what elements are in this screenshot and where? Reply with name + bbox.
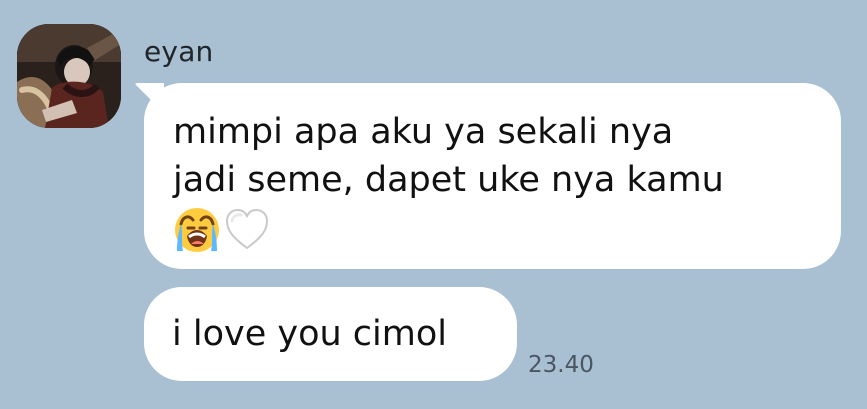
white-heart-icon [225,208,269,250]
message-text-line: mimpi apa aku ya sekali nya [173,112,674,152]
emoji-row [173,206,813,254]
avatar-photo [17,24,121,128]
message-text: i love you cimol [172,314,447,354]
sender-name: eyan [144,35,214,68]
loudly-crying-face-icon [175,208,219,252]
message-bubble[interactable]: mimpi apa aku ya sekali nya jadi seme, d… [144,83,841,269]
message-text-line: jadi seme, dapet uke nya kamu [173,160,724,200]
chat-area: eyan mimpi apa aku ya sekali nya jadi se… [0,0,867,409]
avatar[interactable] [17,24,121,128]
message-bubble[interactable]: i love you cimol [144,287,517,381]
message-timestamp: 23.40 [528,352,594,378]
